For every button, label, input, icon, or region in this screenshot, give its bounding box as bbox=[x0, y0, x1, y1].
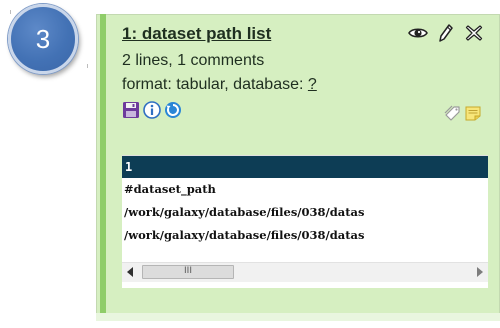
step-number-badge: 3 bbox=[8, 4, 78, 74]
dataset-summary: 2 lines, 1 comments bbox=[122, 52, 265, 69]
margin-mark bbox=[10, 10, 11, 14]
x-icon[interactable] bbox=[464, 23, 484, 43]
scroll-right-arrow-icon[interactable] bbox=[477, 267, 483, 277]
peek-column-header: 1 bbox=[122, 156, 488, 178]
eye-icon[interactable] bbox=[408, 23, 428, 43]
dataset-tool-icons bbox=[122, 101, 182, 119]
margin-mark bbox=[87, 64, 88, 68]
note-icon[interactable] bbox=[464, 104, 482, 122]
info-icon[interactable] bbox=[143, 101, 161, 119]
format-label: format: tabular, database: bbox=[122, 76, 308, 93]
peek-row: /work/galaxy/database/files/038/datas bbox=[124, 205, 365, 219]
dataset-state-accent bbox=[100, 14, 106, 314]
dataset-meta-icons bbox=[444, 104, 482, 122]
dataset-format-line: format: tabular, database: ? bbox=[122, 76, 317, 94]
scroll-left-arrow-icon[interactable] bbox=[127, 267, 133, 277]
pencil-icon[interactable] bbox=[436, 23, 456, 43]
rerun-icon[interactable] bbox=[164, 101, 182, 119]
screenshot-root: 3 1: dataset path list 2 lines, 1 commen… bbox=[0, 0, 500, 328]
peek-row: /work/galaxy/database/files/038/datas bbox=[124, 228, 365, 242]
dataset-peek: 1 #dataset_path /work/galaxy/database/fi… bbox=[122, 155, 488, 288]
dataset-actions bbox=[408, 23, 484, 43]
scrollbar-thumb[interactable]: III bbox=[142, 265, 234, 279]
database-link[interactable]: ? bbox=[308, 76, 317, 93]
dataset-title[interactable]: 1: dataset path list bbox=[122, 24, 271, 44]
horizontal-scrollbar[interactable]: III bbox=[122, 262, 488, 282]
peek-row: #dataset_path bbox=[124, 182, 216, 196]
tag-icon[interactable] bbox=[444, 104, 462, 122]
dataset-panel-bottom bbox=[96, 313, 500, 321]
floppy-disk-icon[interactable] bbox=[122, 101, 140, 119]
step-number: 3 bbox=[35, 23, 51, 54]
